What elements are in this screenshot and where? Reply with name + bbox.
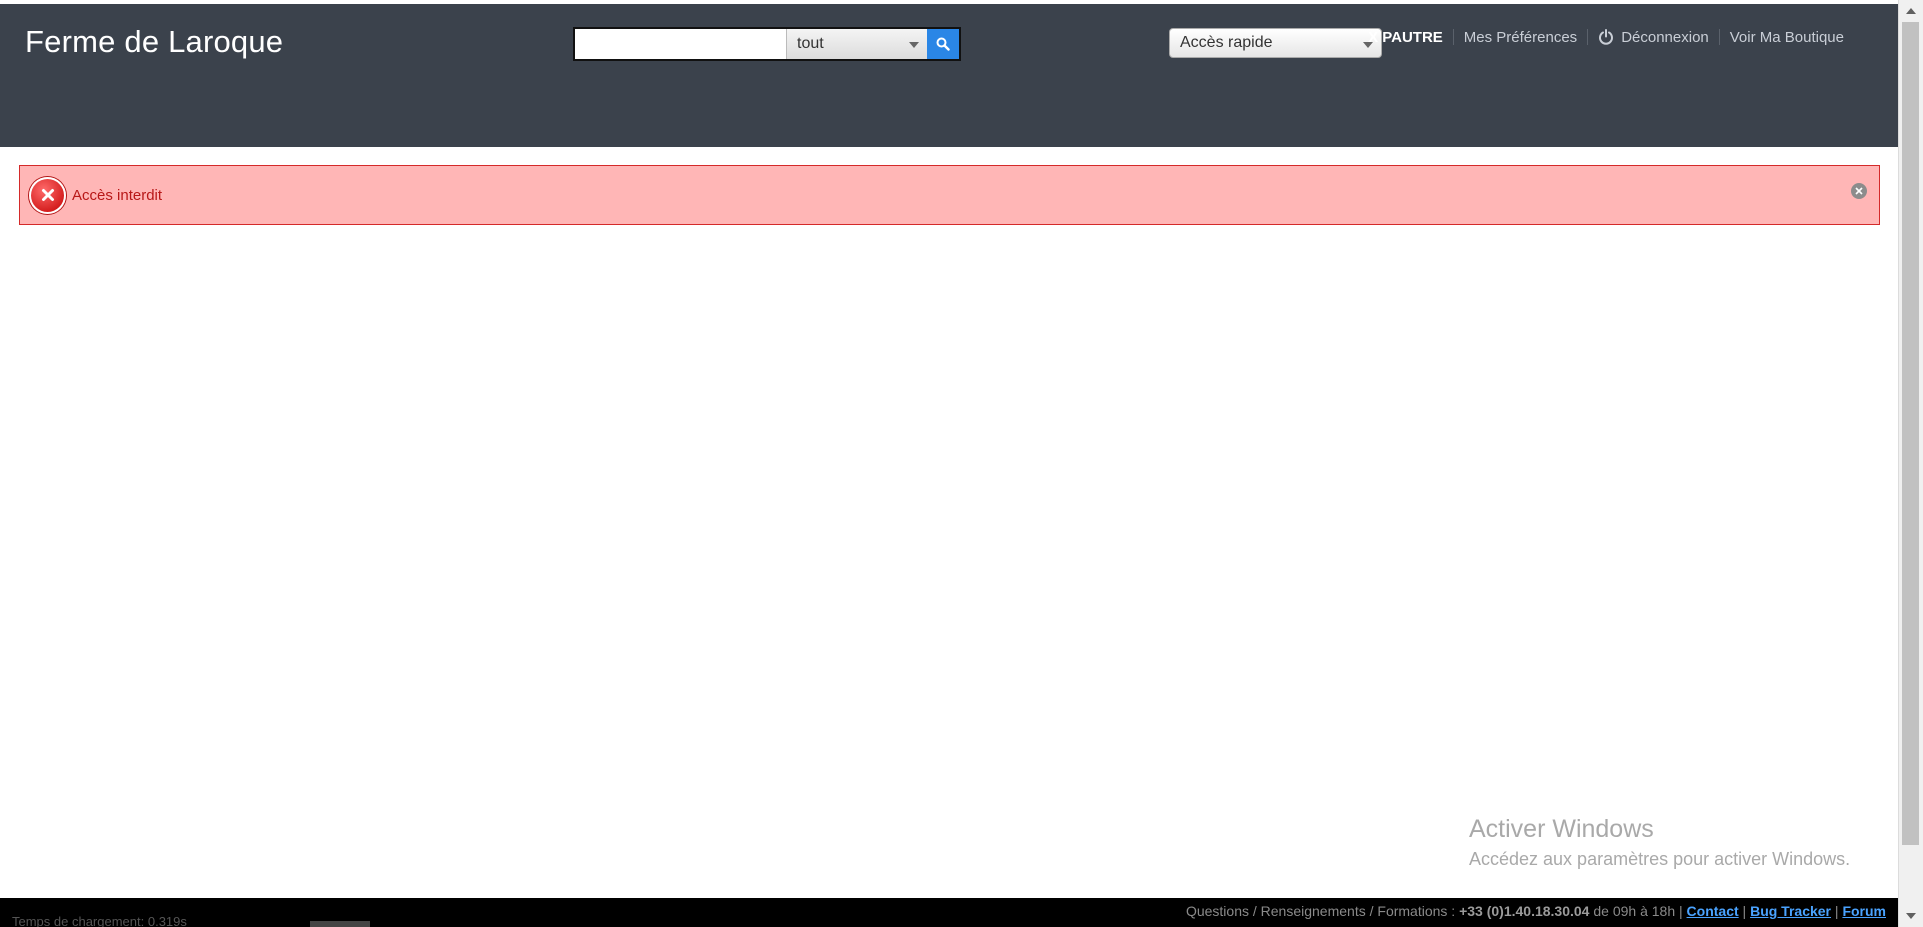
search-scope-value: tout (797, 35, 824, 52)
page: Ferme de Laroque tout Accès rapide X PAU… (0, 0, 1923, 927)
logout-link[interactable]: Déconnexion (1588, 29, 1719, 46)
close-icon[interactable] (1851, 183, 1867, 199)
footer: Temps de chargement: 0.319s Questions / … (0, 898, 1898, 927)
x-mark-icon (41, 189, 54, 201)
quick-access-select[interactable]: Accès rapide (1169, 28, 1382, 58)
forum-link[interactable]: Forum (1842, 903, 1886, 919)
scroll-up-icon[interactable] (1906, 8, 1916, 14)
site-title[interactable]: Ferme de Laroque (25, 24, 283, 60)
search-icon (936, 37, 950, 51)
search-input[interactable] (575, 29, 786, 59)
user-name-link[interactable]: X PAUTRE (1358, 29, 1453, 46)
view-shop-link[interactable]: Voir Ma Boutique (1720, 29, 1854, 46)
preferences-link[interactable]: Mes Préférences (1454, 29, 1587, 46)
footer-contact-info: Questions / Renseignements / Formations … (1186, 903, 1886, 919)
quick-access-value: Accès rapide (1180, 34, 1273, 51)
footer-load-time: Temps de chargement: 0.319s (12, 914, 187, 927)
watermark-title: Activer Windows (1469, 815, 1654, 843)
contact-link[interactable]: Contact (1687, 903, 1739, 919)
error-alert: Accès interdit (19, 165, 1880, 225)
search-button[interactable] (927, 29, 959, 59)
scroll-down-icon[interactable] (1906, 913, 1916, 919)
footer-phone: +33 (0)1.40.18.30.04 (1459, 903, 1590, 919)
watermark-subtitle: Accédez aux paramètres pour activer Wind… (1469, 849, 1851, 869)
search-group: tout (573, 27, 961, 61)
chevron-down-icon (909, 42, 920, 48)
footer-hours: de 09h à 18h | (1593, 903, 1683, 919)
footer-separator: | (1742, 903, 1747, 919)
vertical-scrollbar[interactable] (1898, 0, 1923, 927)
alert-message: Accès interdit (72, 186, 163, 204)
footer-questions: Questions / Renseignements / Formations … (1185, 903, 1456, 919)
close-x-icon (1855, 187, 1863, 195)
error-x-icon (29, 176, 66, 214)
sub-navigation-bar (0, 110, 1898, 147)
power-icon (1599, 29, 1614, 45)
footer-separator: | (1834, 903, 1839, 919)
windows-activation-watermark: Activer Windows Accédez aux paramètres p… (1469, 815, 1850, 870)
user-nav: X PAUTRE Mes Préférences Déconnexion Voi… (1358, 26, 1854, 48)
bug-tracker-link[interactable]: Bug Tracker (1750, 903, 1831, 919)
logout-label: Déconnexion (1621, 28, 1709, 46)
scroll-thumb[interactable] (1902, 22, 1919, 845)
search-scope-select[interactable]: tout (786, 29, 928, 59)
footer-tab (310, 921, 370, 927)
